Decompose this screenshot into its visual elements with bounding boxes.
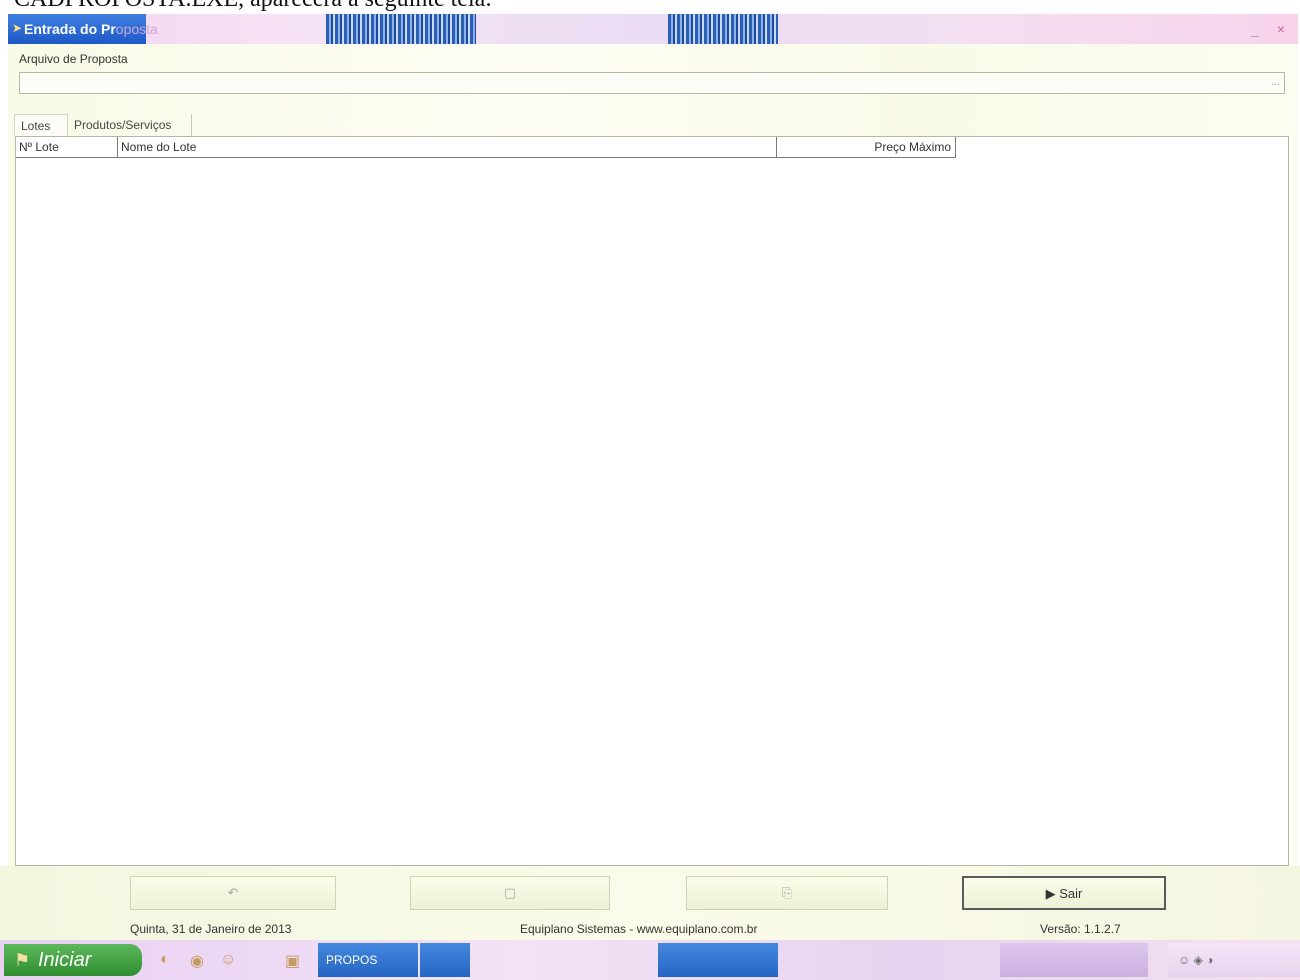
- window-title-faded: oposta: [115, 21, 158, 37]
- new-icon: ↶: [227, 885, 239, 900]
- quicklaunch-icon[interactable]: ☺: [220, 951, 236, 969]
- browse-file-button[interactable]: ...: [1271, 76, 1280, 88]
- taskbar-item[interactable]: [1000, 943, 1148, 977]
- taskbar-item[interactable]: [658, 943, 778, 977]
- title-bar-stripe: [668, 14, 778, 44]
- tab-produtos-servicos[interactable]: Produtos/Serviços: [68, 114, 192, 136]
- status-version: Versão: 1.1.2.7: [1040, 922, 1121, 936]
- column-header-preco-maximo[interactable]: Preço Máximo: [777, 137, 956, 157]
- column-header-nome-lote[interactable]: Nome do Lote: [118, 137, 777, 157]
- quicklaunch-icon[interactable]: ◐: [160, 951, 170, 969]
- window-title: Entrada do Proposta: [24, 21, 158, 37]
- taskbar-item-proposta[interactable]: PROPOS: [318, 943, 418, 977]
- window-title-bar[interactable]: ➤ Entrada do Proposta _ ×: [8, 14, 1298, 44]
- system-tray[interactable]: ☺ ◈ ◑: [1168, 943, 1300, 977]
- quicklaunch-icon[interactable]: ◉: [190, 951, 204, 971]
- exit-button[interactable]: ▶ Sair: [962, 876, 1166, 910]
- new-button[interactable]: ↶: [130, 876, 336, 910]
- bottom-panel: ↶ ▢ ⎘ ▶ Sair Quinta, 31 de Janeiro de 20…: [0, 866, 1300, 940]
- open-icon: ⎘: [781, 885, 793, 900]
- open-button[interactable]: ⎘: [686, 876, 888, 910]
- status-date: Quinta, 31 de Janeiro de 2013: [130, 922, 292, 936]
- close-button[interactable]: ×: [1270, 18, 1292, 40]
- save-button[interactable]: ▢: [410, 876, 610, 910]
- app-icon: ➤: [12, 21, 23, 35]
- status-company: Equiplano Sistemas - www.equiplano.com.b…: [520, 922, 758, 936]
- title-bar-stripe: [326, 14, 476, 44]
- start-button-label: Iniciar: [38, 949, 92, 971]
- exit-icon: ▶: [1045, 886, 1056, 901]
- document-caption: CADPROPOSTA.EXE, aparecerá a seguinte te…: [14, 0, 492, 14]
- taskbar: ⚑ Iniciar ◐ ◉ ☺ ▣ PROPOS ☺ ◈ ◑: [0, 940, 1300, 980]
- quicklaunch-icon[interactable]: ▣: [285, 951, 300, 971]
- lotes-grid[interactable]: Nº Lote Nome do Lote Preço Máximo: [15, 136, 1289, 866]
- save-icon: ▢: [503, 885, 517, 900]
- window-title-visible: Entrada do Pr: [24, 21, 116, 37]
- proposal-file-input[interactable]: ...: [19, 72, 1285, 94]
- tab-lotes[interactable]: Lotes: [14, 114, 68, 136]
- grid-header: Nº Lote Nome do Lote Preço Máximo: [16, 137, 956, 158]
- proposal-window: Arquivo de Proposta ... Lotes Produtos/S…: [8, 44, 1298, 866]
- file-label: Arquivo de Proposta: [19, 52, 128, 66]
- start-button[interactable]: ⚑ Iniciar: [4, 944, 142, 976]
- windows-flag-icon: ⚑: [14, 950, 31, 970]
- minimize-button[interactable]: _: [1244, 18, 1266, 40]
- column-header-numero-lote[interactable]: Nº Lote: [16, 137, 118, 157]
- exit-button-label: Sair: [1059, 886, 1083, 901]
- taskbar-item[interactable]: [420, 943, 470, 977]
